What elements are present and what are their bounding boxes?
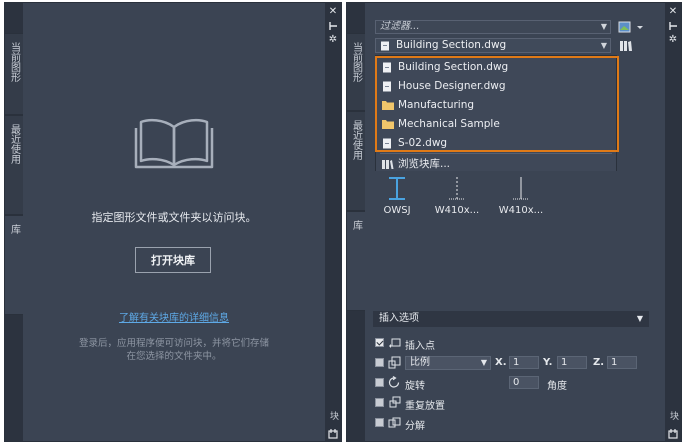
library-select[interactable]: Building Section.dwg ▼	[375, 38, 611, 53]
folder-icon	[382, 120, 394, 129]
login-info-text: 登录后，应用程序便可访问块，并将它们存储 在您选择的文件夹中。	[78, 338, 269, 362]
blocks-palette-library: 当前图形 最近使用 库 过滤器... ▼ Building Section.dw…	[346, 2, 682, 442]
close-icon[interactable]: ✕	[328, 7, 338, 17]
palette-title: 块	[328, 411, 338, 420]
palette-tabs: 当前图形 最近使用 库	[5, 3, 23, 441]
chevron-down-icon: ▼	[600, 22, 607, 31]
palette-titlebar: ✕ ✲ 块	[665, 3, 681, 441]
repeat-placement-checkbox[interactable]	[375, 398, 384, 407]
rotation-option: 旋转 0 角度	[375, 375, 635, 392]
dwg-file-icon	[383, 62, 391, 73]
browse-library-icon	[382, 160, 394, 169]
palette-settings-icon[interactable]	[328, 429, 338, 439]
tab-current-drawing[interactable]: 当前图形	[347, 33, 365, 111]
insert-options-header[interactable]: 插入选项 ▼	[373, 311, 649, 327]
rotate-icon	[388, 376, 400, 388]
library-prompt: 指定图形文件或文件夹以访问块。	[91, 211, 257, 224]
close-icon[interactable]: ✕	[668, 7, 678, 17]
dwg-file-icon	[383, 138, 391, 149]
tab-library[interactable]: 库	[347, 211, 365, 311]
tab-current-drawing[interactable]: 当前图形	[5, 33, 23, 115]
z-scale-input[interactable]: 1	[607, 356, 637, 369]
block-item[interactable]: W410x...	[497, 177, 545, 216]
learn-more-link[interactable]: 了解有关块库的详细信息	[23, 309, 325, 324]
gear-icon[interactable]: ✲	[668, 35, 678, 45]
angle-label: 角度	[547, 381, 567, 392]
open-book-icon	[134, 118, 214, 169]
rotation-input[interactable]: 0	[509, 376, 539, 389]
autohide-icon[interactable]	[668, 21, 678, 31]
dropdown-separator	[380, 153, 612, 154]
scale-checkbox[interactable]	[375, 358, 384, 367]
palette-title: 块	[668, 411, 678, 420]
chevron-down-icon: ▼	[600, 41, 607, 50]
blocks-grid: OWSJ W410x... W410x...	[373, 171, 649, 307]
scale-select[interactable]: 比例 ▼	[405, 356, 491, 370]
chevron-down-icon: ▼	[480, 358, 487, 367]
explode-icon	[388, 417, 401, 428]
y-label: Y.	[543, 357, 553, 368]
scale-icon	[388, 356, 401, 369]
folder-icon	[382, 101, 394, 110]
library-content: 指定图形文件或文件夹以访问块。 打开块库 了解有关块库的详细信息 登录后，应用程…	[23, 3, 325, 441]
x-label: X.	[495, 357, 507, 368]
dwg-file-icon	[383, 81, 391, 92]
palette-tabs: 当前图形 最近使用 库	[347, 3, 365, 441]
dropdown-item[interactable]: House Designer.dwg	[376, 77, 616, 96]
x-scale-input[interactable]: 1	[509, 356, 539, 369]
block-thumbnail	[513, 177, 529, 200]
insert-point-icon	[389, 338, 401, 348]
tab-recent[interactable]: 最近使用	[5, 115, 23, 215]
gear-icon[interactable]: ✲	[328, 35, 338, 45]
blocks-palette-library-empty: 当前图形 最近使用 库 指定图形文件或文件夹以访问块。 打开块库 了解有关块库的…	[4, 2, 342, 442]
repeat-placement-icon	[389, 396, 401, 408]
palette-titlebar: ✕ ✲ 块	[325, 3, 341, 441]
open-library-button[interactable]: 打开块库	[135, 247, 211, 273]
y-scale-input[interactable]: 1	[557, 356, 587, 369]
chevron-down-icon: ▼	[636, 314, 643, 323]
explode-checkbox[interactable]	[375, 418, 384, 427]
dropdown-item[interactable]: Building Section.dwg	[376, 58, 616, 77]
dwg-file-icon	[381, 41, 389, 51]
dropdown-item[interactable]: S-02.dwg	[376, 134, 616, 153]
block-thumbnail	[389, 177, 405, 200]
browse-library-icon[interactable]	[619, 39, 633, 53]
rotation-checkbox[interactable]	[375, 378, 384, 387]
library-dropdown: Building Section.dwg House Designer.dwg …	[375, 55, 617, 173]
block-item[interactable]: W410x...	[433, 177, 481, 216]
dropdown-item[interactable]: Manufacturing	[376, 96, 616, 115]
insert-point-checkbox[interactable]	[375, 338, 384, 347]
autohide-icon[interactable]	[328, 21, 338, 31]
tab-library[interactable]: 库	[5, 215, 23, 315]
palette-settings-icon[interactable]	[668, 429, 678, 439]
thumbnail-view-button[interactable]	[617, 20, 647, 34]
filter-input[interactable]: 过滤器... ▼	[375, 20, 611, 34]
library-content: 过滤器... ▼ Building Section.dwg ▼ Building…	[365, 3, 665, 441]
scale-option: 比例 ▼ X. 1 Y. 1 Z. 1	[375, 355, 655, 371]
dropdown-item[interactable]: Mechanical Sample	[376, 115, 616, 134]
block-item[interactable]: OWSJ	[373, 177, 421, 216]
z-label: Z.	[593, 357, 605, 368]
tab-recent[interactable]: 最近使用	[347, 111, 365, 211]
block-thumbnail	[449, 177, 465, 200]
